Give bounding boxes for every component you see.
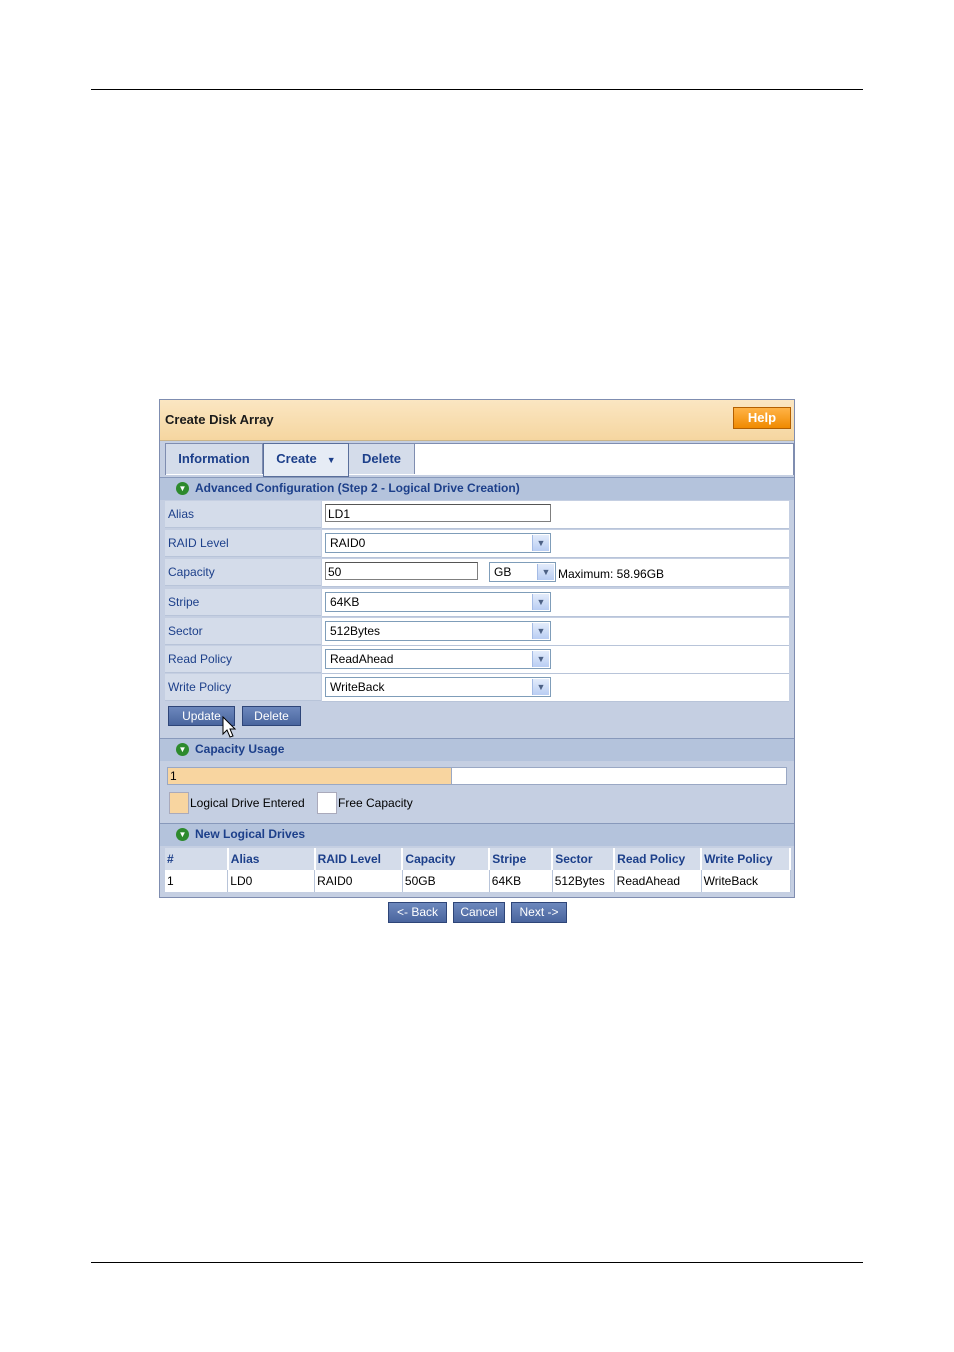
chevron-down-icon: ▼ <box>532 535 549 551</box>
column-header: Capacity <box>402 848 491 870</box>
raid-level-label: RAID Level <box>165 530 321 557</box>
capacity-usage-header[interactable]: ▼ Capacity Usage <box>160 738 794 761</box>
table-cell: RAID0 <box>314 870 403 892</box>
chevron-down-circle-icon: ▼ <box>176 828 189 841</box>
read-policy-label: Read Policy <box>165 646 321 673</box>
sector-value-cell: 512Bytes ▼ <box>322 618 789 646</box>
legend-entered-label: Logical Drive Entered <box>190 796 305 810</box>
raid-level-select[interactable]: RAID0 ▼ <box>325 533 551 553</box>
capacity-usage-bar: 1 <box>167 767 787 785</box>
chevron-down-icon: ▼ <box>326 455 336 465</box>
tab-bar: Information Create ▼ Delete <box>165 443 794 477</box>
table-cell: 512Bytes <box>552 870 615 892</box>
chevron-down-icon: ▼ <box>537 564 554 580</box>
sector-selected: 512Bytes <box>330 624 381 638</box>
column-header: Read Policy <box>614 848 703 870</box>
capacity-usage-title: Capacity Usage <box>195 742 285 756</box>
advanced-config-header[interactable]: ▼ Advanced Configuration (Step 2 - Logic… <box>160 477 794 500</box>
tab-delete[interactable]: Delete <box>349 444 415 474</box>
capacity-used-label: 1 <box>170 769 177 783</box>
back-button[interactable]: <- Back <box>388 902 447 923</box>
footer-rule <box>91 1262 863 1263</box>
delete-button[interactable]: Delete <box>242 706 301 726</box>
write-policy-selected: WriteBack <box>330 680 385 694</box>
capacity-maximum: Maximum: 58.96GB <box>558 567 665 581</box>
capacity-row: Capacity 50 GB ▼ Maximum: 58.96GB <box>165 559 789 587</box>
table-cell: WriteBack <box>701 870 791 892</box>
new-logical-drives-table: # Alias RAID Level Capacity Stripe Secto… <box>165 848 791 892</box>
column-header: Sector <box>552 848 616 870</box>
capacity-unit-select[interactable]: GB ▼ <box>489 562 556 582</box>
column-header: Write Policy <box>701 848 791 870</box>
read-policy-select[interactable]: ReadAhead ▼ <box>325 649 551 669</box>
raid-level-selected: RAID0 <box>330 536 366 550</box>
create-disk-array-panel: Create Disk Array Help Information Creat… <box>159 399 795 898</box>
tab-delete-label: Delete <box>361 451 402 466</box>
tab-create[interactable]: Create ▼ <box>263 443 349 477</box>
mouse-pointer-icon <box>222 716 237 738</box>
column-header: RAID Level <box>314 848 404 870</box>
panel-title: Create Disk Array <box>165 412 274 427</box>
alias-label: Alias <box>165 501 321 528</box>
header-rule <box>91 89 863 90</box>
table-cell: 1 <box>165 870 229 892</box>
capacity-label: Capacity <box>165 559 321 586</box>
raid-level-value-cell: RAID0 ▼ <box>322 530 789 558</box>
stripe-selected: 64KB <box>330 595 360 609</box>
table-header-row: # Alias RAID Level Capacity Stripe Secto… <box>165 848 791 870</box>
capacity-unit-selected: GB <box>494 565 512 579</box>
tab-information[interactable]: Information <box>166 444 263 474</box>
write-policy-select[interactable]: WriteBack ▼ <box>325 677 551 697</box>
sector-label: Sector <box>165 618 321 645</box>
new-logical-drives-header[interactable]: ▼ New Logical Drives <box>160 823 794 846</box>
new-logical-drives-title: New Logical Drives <box>195 827 306 841</box>
next-button[interactable]: Next -> <box>511 902 567 923</box>
advanced-config-title: Advanced Configuration (Step 2 - Logical… <box>195 481 520 495</box>
chevron-down-circle-icon: ▼ <box>176 743 189 756</box>
capacity-used-segment: 1 <box>168 768 452 784</box>
column-header: Stripe <box>489 848 554 870</box>
chevron-down-icon: ▼ <box>532 594 549 610</box>
tab-information-label: Information <box>178 451 250 466</box>
stripe-select[interactable]: 64KB ▼ <box>325 592 551 612</box>
read-policy-value-cell: ReadAhead ▼ <box>322 646 789 674</box>
alias-row: Alias LD1 <box>165 501 789 529</box>
help-button[interactable]: Help <box>733 407 791 429</box>
write-policy-label: Write Policy <box>165 674 321 701</box>
sector-row: Sector 512Bytes ▼ <box>165 618 789 646</box>
raid-level-row: RAID Level RAID0 ▼ <box>165 530 789 558</box>
capacity-input[interactable]: 50 <box>325 562 478 580</box>
title-bar: Create Disk Array Help <box>160 400 794 441</box>
table-cell: LD0 <box>227 870 316 892</box>
capacity-value-cell: 50 GB ▼ Maximum: 58.96GB <box>322 559 789 587</box>
stripe-row: Stripe 64KB ▼ <box>165 589 789 617</box>
write-policy-row: Write Policy WriteBack ▼ <box>165 674 789 702</box>
write-policy-value-cell: WriteBack ▼ <box>322 674 789 702</box>
stripe-label: Stripe <box>165 589 321 616</box>
column-header: Alias <box>227 848 316 870</box>
table-cell: ReadAhead <box>614 870 702 892</box>
sector-select[interactable]: 512Bytes ▼ <box>325 621 551 641</box>
read-policy-selected: ReadAhead <box>330 652 394 666</box>
table-row: 1 LD0 RAID0 50GB 64KB 512Bytes ReadAhead… <box>165 870 791 892</box>
read-policy-row: Read Policy ReadAhead ▼ <box>165 646 789 674</box>
chevron-down-icon: ▼ <box>532 623 549 639</box>
legend-swatch-free <box>317 792 337 814</box>
column-header: # <box>165 848 229 870</box>
chevron-down-icon: ▼ <box>532 651 549 667</box>
alias-value-cell: LD1 <box>322 501 789 529</box>
legend-swatch-entered <box>169 792 189 814</box>
tab-create-label: Create <box>276 451 317 466</box>
cancel-button[interactable]: Cancel <box>453 902 505 923</box>
table-cell: 50GB <box>402 870 490 892</box>
legend-free-label: Free Capacity <box>338 796 413 810</box>
table-cell: 64KB <box>489 870 553 892</box>
alias-input[interactable]: LD1 <box>325 504 551 522</box>
chevron-down-icon: ▼ <box>532 679 549 695</box>
stripe-value-cell: 64KB ▼ <box>322 589 789 617</box>
chevron-down-circle-icon: ▼ <box>176 482 189 495</box>
